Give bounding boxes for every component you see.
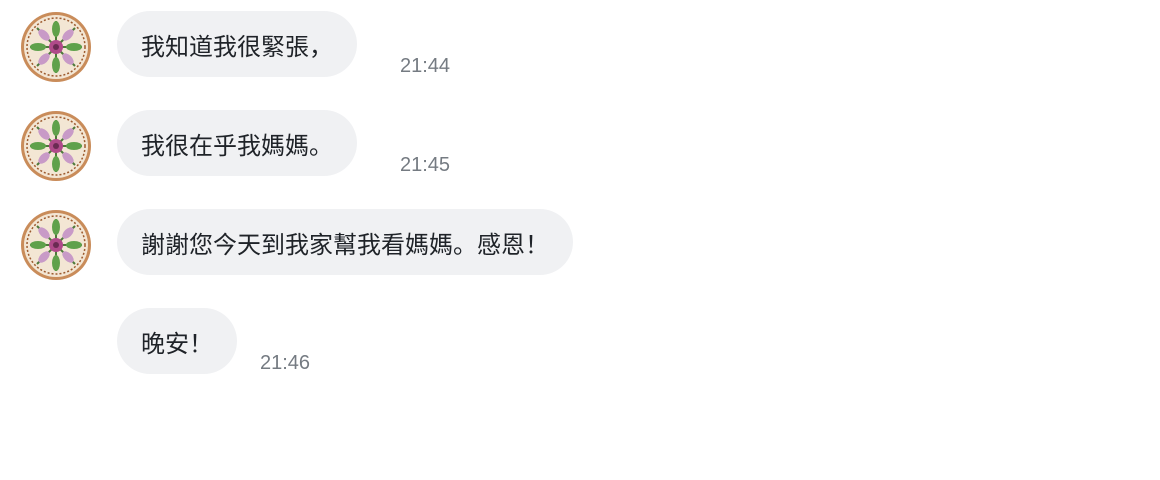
message-bubble[interactable]: 晚安！ xyxy=(117,308,237,374)
sender-avatar[interactable] xyxy=(20,11,92,83)
mandala-avatar-icon xyxy=(21,12,91,82)
message-timestamp: 21:44 xyxy=(400,55,451,77)
mandala-avatar-icon xyxy=(21,210,91,280)
message-bubble[interactable]: 我很在乎我媽媽。 xyxy=(117,110,357,176)
message-text: 謝謝您今天到我家幫我看媽媽。感恩！ xyxy=(141,230,549,259)
message-timestamp: 21:45 xyxy=(400,154,451,176)
message-text: 晚安！ xyxy=(141,329,213,358)
message-text: 我很在乎我媽媽。 xyxy=(141,131,333,160)
sender-avatar[interactable] xyxy=(20,110,92,182)
message-bubble[interactable]: 我知道我很緊張， xyxy=(117,11,357,77)
sender-avatar[interactable] xyxy=(20,209,92,281)
chat-thread: 我知道我很緊張， 21:44 我很在乎我媽媽。 21:45 謝謝您今天到我家幫我… xyxy=(0,0,1160,480)
message-bubble[interactable]: 謝謝您今天到我家幫我看媽媽。感恩！ xyxy=(117,209,573,275)
message-text: 我知道我很緊張， xyxy=(141,32,333,61)
mandala-avatar-icon xyxy=(21,111,91,181)
message-timestamp: 21:46 xyxy=(260,352,311,374)
